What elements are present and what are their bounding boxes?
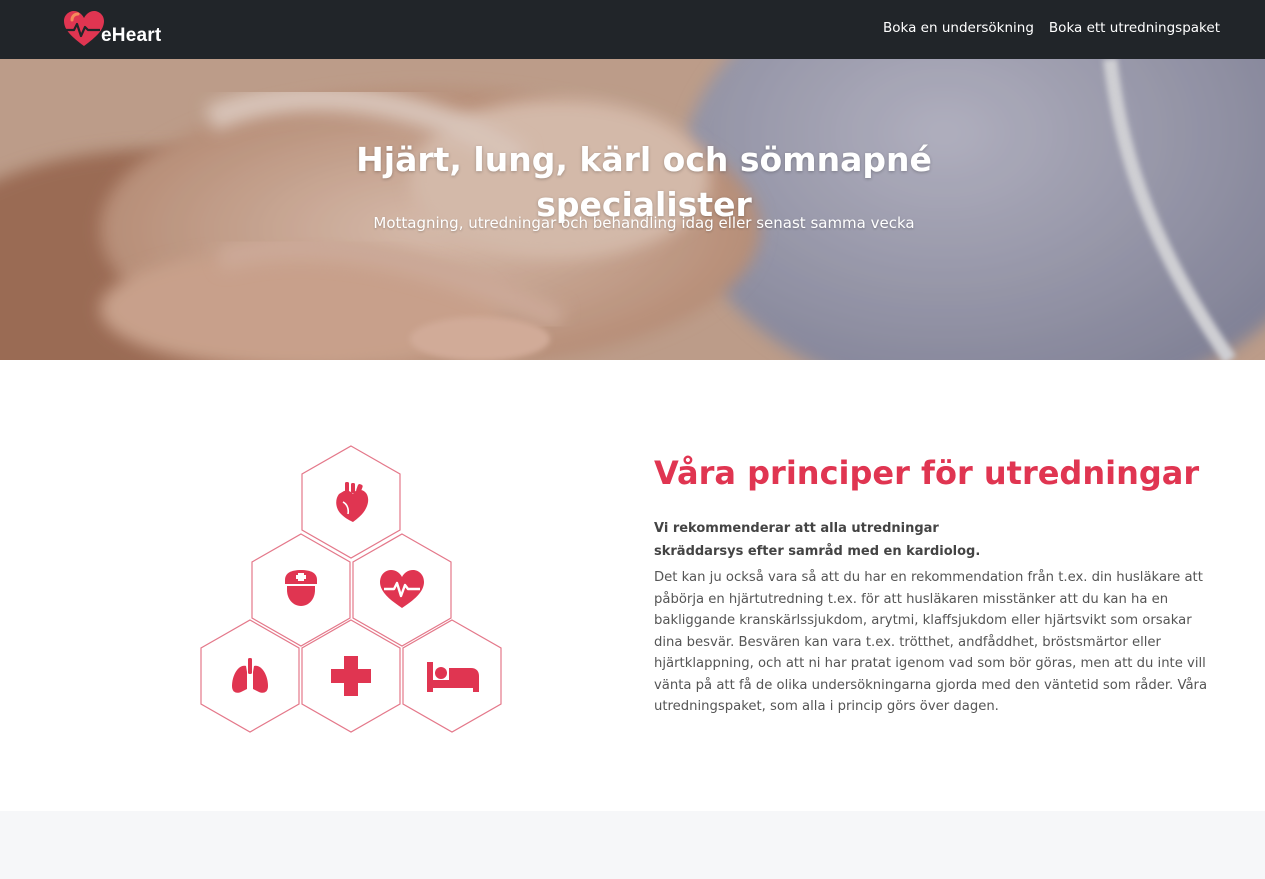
next-section-band xyxy=(0,811,1265,879)
hero-subtitle: Mottagning, utredningar och behandling i… xyxy=(373,214,915,232)
principles-lead: Vi rekommenderar att alla utredningar sk… xyxy=(654,517,1214,563)
main-nav: Boka en undersökning Boka ett utrednings… xyxy=(883,20,1220,36)
bed-icon xyxy=(427,662,479,692)
medical-cross-icon xyxy=(331,656,371,696)
principles-icon-cluster xyxy=(200,445,502,733)
nav-book-package[interactable]: Boka ett utredningspaket xyxy=(1049,20,1220,36)
hero-banner: Hjärt, lung, kärl och sömnapné specialis… xyxy=(0,59,1265,360)
lead-line-2: skräddarsys efter samråd med en kardiolo… xyxy=(654,544,981,559)
brand-logo[interactable]: eHeart xyxy=(62,10,172,50)
principles-title: Våra principer för utredningar xyxy=(654,454,1200,492)
nurse-icon xyxy=(285,570,317,606)
heartbeat-icon xyxy=(380,570,424,608)
principles-body: Det kan ju också vara så att du har en r… xyxy=(654,570,1208,714)
navbar: eHeart Boka en undersökning Boka ett utr… xyxy=(0,0,1265,59)
heart-logo-icon xyxy=(64,11,104,46)
heart-organ-icon xyxy=(336,482,369,522)
nav-book-exam[interactable]: Boka en undersökning xyxy=(883,20,1034,36)
lungs-icon xyxy=(232,658,268,693)
brand-name: eHeart xyxy=(101,25,162,46)
lead-line-1: Vi rekommenderar att alla utredningar xyxy=(654,521,939,536)
